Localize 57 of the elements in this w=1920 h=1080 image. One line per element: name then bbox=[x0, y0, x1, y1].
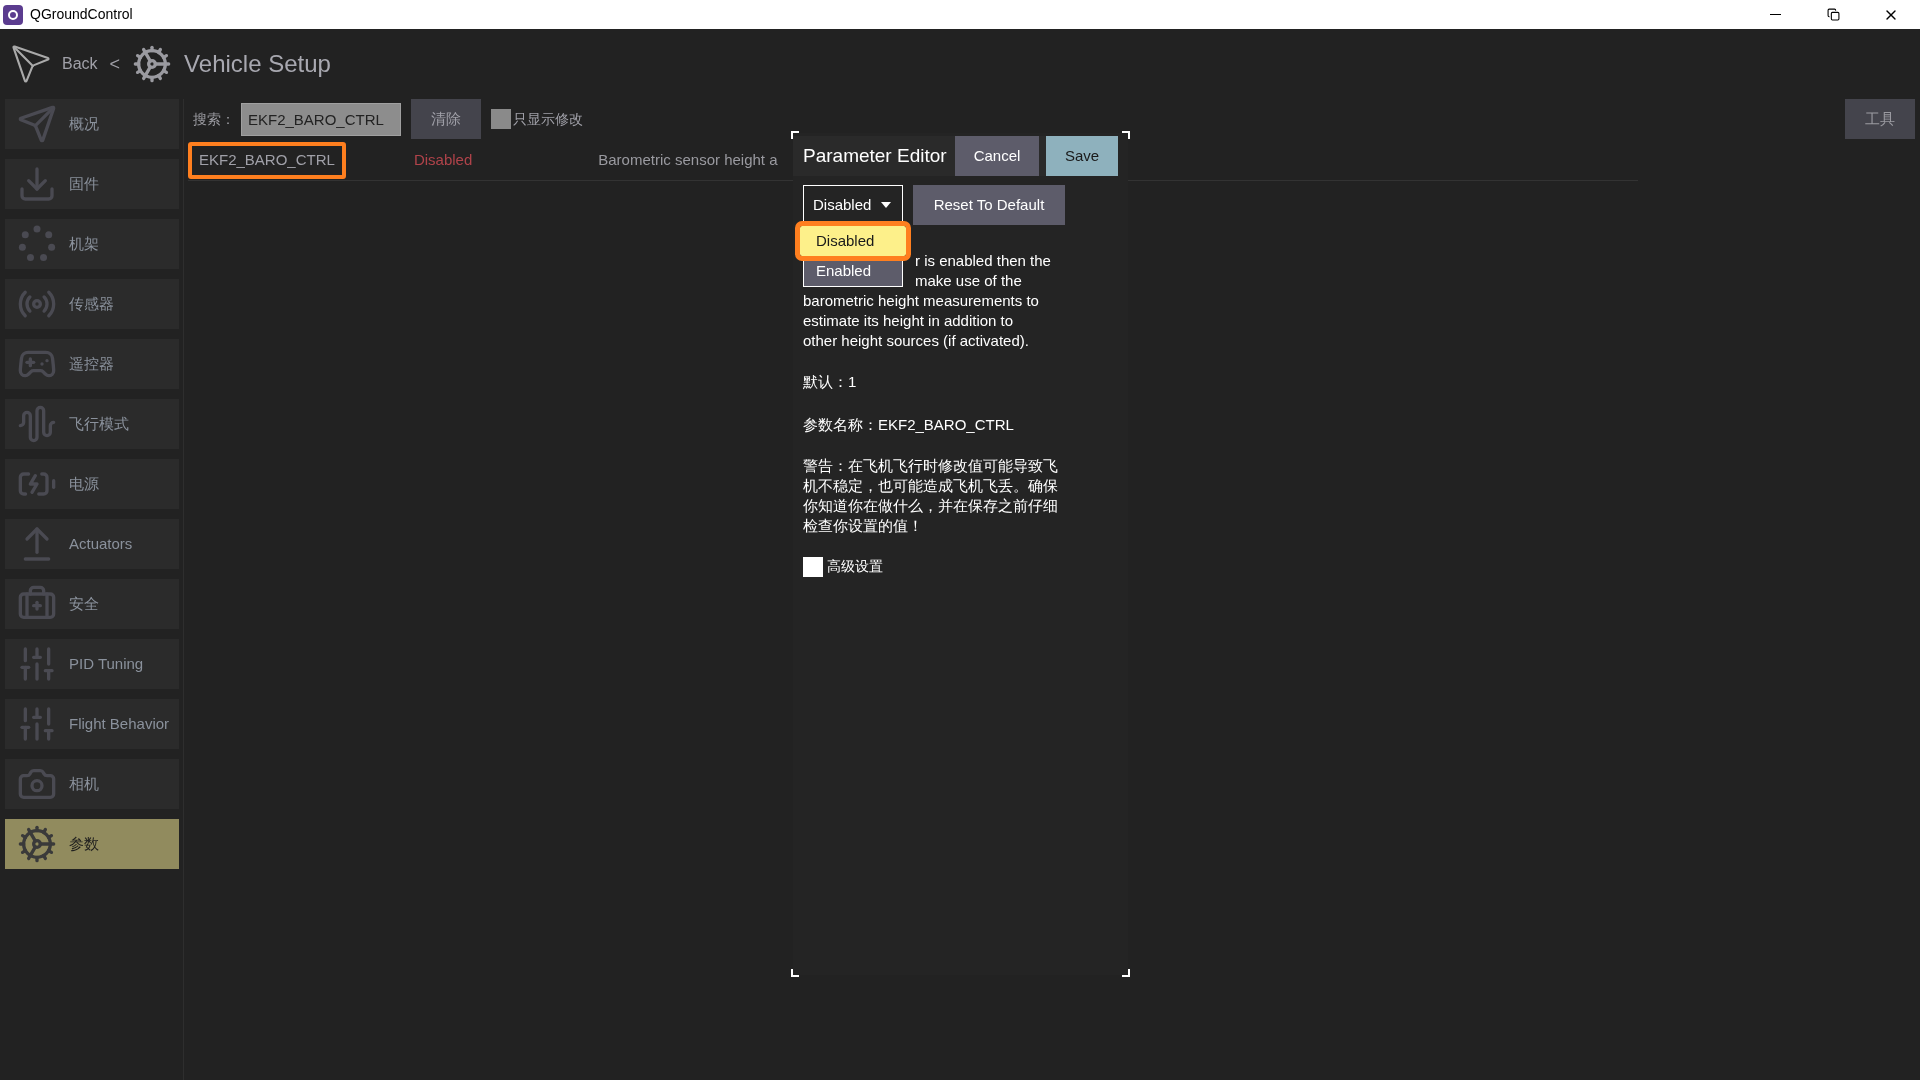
back-button[interactable]: Back bbox=[62, 52, 98, 76]
download-icon bbox=[17, 164, 57, 204]
cancel-button[interactable]: Cancel bbox=[955, 136, 1039, 176]
sidebar-item[interactable]: 遥控器 bbox=[5, 339, 179, 389]
sidebar-item[interactable]: 电源 bbox=[5, 459, 179, 509]
app-logo-icon bbox=[3, 4, 23, 25]
sliders-icon bbox=[17, 644, 57, 684]
dialog-title: Parameter Editor bbox=[803, 143, 947, 168]
caret-icon bbox=[881, 202, 892, 208]
sidebar-item[interactable]: 飞行模式 bbox=[5, 399, 179, 449]
save-button[interactable]: Save bbox=[1046, 136, 1118, 176]
advanced-settings-label: 高级设置 bbox=[827, 557, 883, 576]
paper-plane-icon[interactable] bbox=[10, 43, 52, 85]
default-value-text: 默认：1 bbox=[803, 372, 858, 392]
tools-button[interactable]: 工具 bbox=[1845, 99, 1915, 139]
clear-button[interactable]: 清除 bbox=[411, 99, 481, 139]
sidebar-item[interactable]: 安全 bbox=[5, 579, 179, 629]
sidebar-item[interactable]: 机架 bbox=[5, 219, 179, 269]
wave-icon bbox=[17, 404, 57, 444]
parameter-description-cell-text: Barometric sensor height a bbox=[598, 150, 778, 171]
modified-only-checkbox[interactable] bbox=[491, 109, 511, 129]
description-line: estimate its height in addition to bbox=[803, 311, 1014, 331]
page-title: Vehicle Setup bbox=[184, 49, 331, 79]
dots-circle-icon bbox=[17, 224, 57, 264]
parameter-name-text: 参数名称：EKF2_BARO_CTRL bbox=[803, 414, 1015, 435]
corner-mark bbox=[1122, 131, 1130, 139]
sidebar-item[interactable]: 概况 bbox=[5, 99, 179, 149]
sidebar-item[interactable]: Actuators bbox=[5, 519, 179, 569]
gears-icon bbox=[17, 824, 57, 864]
description-line: barometric height measurements to bbox=[803, 291, 1039, 311]
sidebar-item[interactable]: 相机 bbox=[5, 759, 179, 809]
window-title: QGroundControl bbox=[30, 5, 133, 24]
parameter-value-cell-text: Disabled bbox=[413, 150, 473, 171]
sidebar-item[interactable]: 传感器 bbox=[5, 279, 179, 329]
gears-icon bbox=[132, 44, 173, 84]
description-line: make use of the bbox=[915, 271, 1022, 291]
corner-mark bbox=[1122, 969, 1130, 977]
breadcrumb-separator: < bbox=[109, 52, 121, 76]
modified-only-label: 只显示修改 bbox=[513, 109, 583, 129]
minimize-icon bbox=[1769, 14, 1781, 15]
sidebar-item[interactable]: 固件 bbox=[5, 159, 179, 209]
warning-text: 警告：在飞机飞行时修改值可能导致飞机不稳定，也可能造成飞机飞丢。确保你知道你在做什么，并在保存之前仔细检查你设置的值！ bbox=[803, 456, 1059, 536]
corner-mark bbox=[791, 969, 799, 977]
search-label: 搜索： bbox=[193, 109, 236, 129]
description-line: other height sources (if activated). bbox=[803, 331, 1029, 351]
parameter-name-cell[interactable]: EKF2_BARO_CTRL bbox=[188, 142, 346, 179]
sidebar-item[interactable]: Flight Behavior bbox=[5, 699, 179, 749]
reset-to-default-button[interactable]: Reset To Default bbox=[913, 185, 1065, 225]
sidebar-item[interactable]: 参数 bbox=[5, 819, 179, 869]
dropdown-option[interactable]: Enabled bbox=[804, 256, 902, 286]
description-line: r is enabled then the bbox=[915, 251, 1051, 271]
paper-plane-icon bbox=[17, 104, 57, 144]
sliders-icon bbox=[17, 704, 57, 744]
search-field[interactable]: EKF2_BARO_CTRL bbox=[241, 102, 401, 136]
restore-icon bbox=[1826, 8, 1840, 21]
advanced-settings-checkbox[interactable] bbox=[803, 556, 823, 577]
sidebar-item[interactable]: PID Tuning bbox=[5, 639, 179, 689]
